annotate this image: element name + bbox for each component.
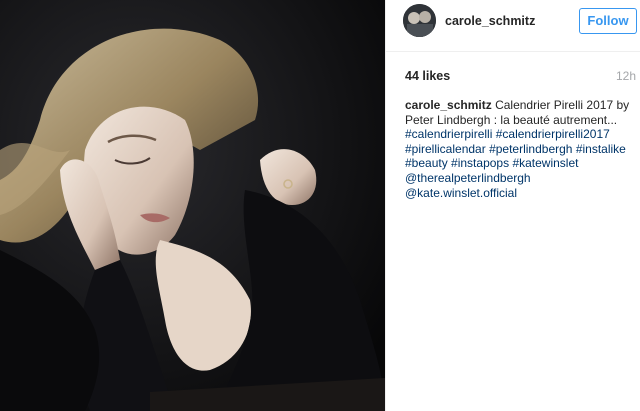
post-caption: carole_schmitz Calendrier Pirelli 2017 b…	[405, 98, 637, 200]
avatar-icon	[403, 4, 436, 37]
username-link[interactable]: carole_schmitz	[445, 14, 535, 28]
mention-link[interactable]: @kate.winslet.official	[405, 186, 517, 200]
post-photo[interactable]	[0, 0, 385, 411]
mention-link[interactable]: @therealpeterlindbergh	[405, 171, 531, 185]
post-details-panel: carole_schmitz Follow 44 likes 12h carol…	[385, 0, 640, 411]
post-timestamp[interactable]: 12h	[616, 69, 636, 83]
post-header: carole_schmitz Follow	[386, 0, 640, 52]
hashtag-link[interactable]: #calendrierpirelli2017	[496, 127, 610, 141]
follow-button[interactable]: Follow	[579, 8, 637, 34]
hashtag-link[interactable]: #instapops	[451, 156, 509, 170]
hashtag-link[interactable]: #calendrierpirelli	[405, 127, 492, 141]
caption-username[interactable]: carole_schmitz	[405, 98, 492, 112]
likes-count[interactable]: 44 likes	[405, 69, 450, 83]
hashtag-link[interactable]: #instalike	[576, 142, 626, 156]
user-avatar[interactable]	[403, 4, 436, 37]
hashtag-link[interactable]: #peterlindbergh	[489, 142, 572, 156]
post-image	[0, 0, 385, 411]
hashtag-link[interactable]: #beauty	[405, 156, 448, 170]
hashtag-link[interactable]: #pirellicalendar	[405, 142, 486, 156]
hashtag-link[interactable]: #katewinslet	[512, 156, 578, 170]
